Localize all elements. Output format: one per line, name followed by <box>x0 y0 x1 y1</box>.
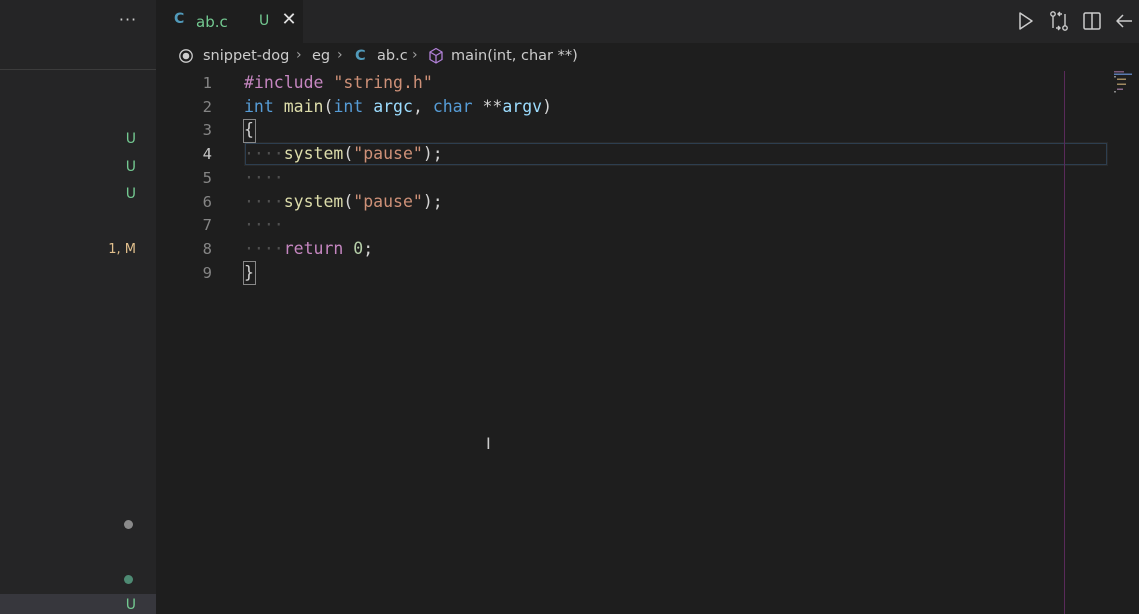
punctuation: ( <box>343 144 354 163</box>
run-icon[interactable] <box>1013 9 1037 33</box>
function-call: system <box>283 144 344 163</box>
type-keyword: int <box>333 97 364 116</box>
chevron-right-icon: › <box>296 47 302 63</box>
symbol-method-icon <box>428 47 444 69</box>
close-icon[interactable]: ✕ <box>278 8 300 32</box>
punctuation: ); <box>422 192 443 211</box>
editor-tab-bar: C ab.c U ✕ <box>156 0 1139 43</box>
code-line: } <box>244 263 254 282</box>
split-editor-icon[interactable] <box>1080 9 1104 33</box>
code-line: ····return 0; <box>244 239 373 258</box>
punctuation: , <box>412 97 433 116</box>
preprocessor-directive: #include <box>244 73 324 92</box>
compare-changes-icon[interactable] <box>1047 9 1071 33</box>
punctuation: ); <box>422 144 443 163</box>
whitespace-indicator: ···· <box>244 168 284 187</box>
code-line: #include "string.h" <box>244 73 433 92</box>
tab-status-badge: U <box>259 13 270 29</box>
text-cursor-icon: I <box>486 434 491 453</box>
string-literal: "pause" <box>353 192 423 211</box>
explorer-selected-row[interactable]: U <box>0 594 156 614</box>
line-number-current: 4 <box>202 145 212 163</box>
function-call: system <box>283 192 344 211</box>
code-line: int main(int argc, char **argv) <box>244 97 552 116</box>
type-keyword: int <box>244 97 274 116</box>
breadcrumb: snippet-dog › eg › C ab.c › main(int, ch… <box>156 43 1139 71</box>
function-name: main <box>283 97 324 116</box>
whitespace-indicator: ···· <box>244 192 284 211</box>
string-literal: "string.h" <box>333 73 433 92</box>
chevron-right-icon: › <box>337 47 343 63</box>
whitespace-indicator: ···· <box>244 144 284 163</box>
explorer-sidebar: ··· U U U 1, M U <box>0 0 156 614</box>
sidebar-divider <box>0 69 156 70</box>
file-status-badge-modified: 1, M <box>108 242 136 257</box>
code-editor[interactable]: 1 2 3 4 5 6 7 8 9 #include "string.h" in… <box>156 71 1139 614</box>
operator: ** <box>472 97 503 116</box>
editor-ruler <box>1064 71 1065 614</box>
code-line: ···· <box>244 168 284 187</box>
folder-status-dot <box>124 520 133 529</box>
c-file-icon: C <box>174 11 185 27</box>
whitespace-indicator: ···· <box>244 215 284 234</box>
string-literal: "pause" <box>353 144 423 163</box>
minimap[interactable] <box>1114 71 1139 101</box>
breadcrumb-root[interactable]: snippet-dog <box>203 48 289 64</box>
return-keyword: return <box>283 239 344 258</box>
line-number: 9 <box>202 264 212 282</box>
line-number: 5 <box>202 169 212 187</box>
breadcrumb-symbol[interactable]: main(int, char **) <box>451 48 578 64</box>
parameter-name: argv <box>502 97 543 116</box>
parameter-name: argc <box>373 97 413 116</box>
tab-ab-c[interactable]: C ab.c U ✕ <box>156 0 303 43</box>
breadcrumb-folder[interactable]: eg <box>312 48 330 64</box>
tab-label: ab.c <box>196 13 228 31</box>
code-line: { <box>244 120 254 139</box>
breadcrumb-file[interactable]: ab.c <box>377 48 408 64</box>
c-file-icon: C <box>355 48 366 64</box>
folder-status-dot-untracked <box>124 575 133 584</box>
sidebar-header: ··· <box>0 0 156 43</box>
line-number: 2 <box>202 98 212 116</box>
code-line: ····system("pause"); <box>244 192 443 211</box>
whitespace-indicator: ···· <box>244 239 284 258</box>
code-line-current: ····system("pause"); <box>244 144 443 163</box>
code-line: ···· <box>244 215 284 234</box>
punctuation: ; <box>363 239 374 258</box>
file-status-badge-untracked: U <box>125 131 136 147</box>
go-back-icon[interactable] <box>1112 9 1136 33</box>
line-number: 8 <box>202 240 212 258</box>
punctuation: ( <box>343 192 354 211</box>
file-status-badge-untracked: U <box>125 597 136 613</box>
punctuation: ( <box>323 97 334 116</box>
line-number: 3 <box>202 121 212 139</box>
line-number: 1 <box>202 74 212 92</box>
line-number: 7 <box>202 216 212 234</box>
more-actions-button[interactable]: ··· <box>116 8 140 32</box>
number-literal: 0 <box>353 239 364 258</box>
chevron-right-icon: › <box>412 47 418 63</box>
punctuation: ) <box>542 97 553 116</box>
line-number: 6 <box>202 193 212 211</box>
file-status-badge-untracked: U <box>125 159 136 175</box>
repo-icon <box>178 48 194 66</box>
type-keyword: char <box>432 97 473 116</box>
file-status-badge-untracked: U <box>125 186 136 202</box>
close-brace: } <box>244 263 254 282</box>
open-brace: { <box>244 120 254 139</box>
